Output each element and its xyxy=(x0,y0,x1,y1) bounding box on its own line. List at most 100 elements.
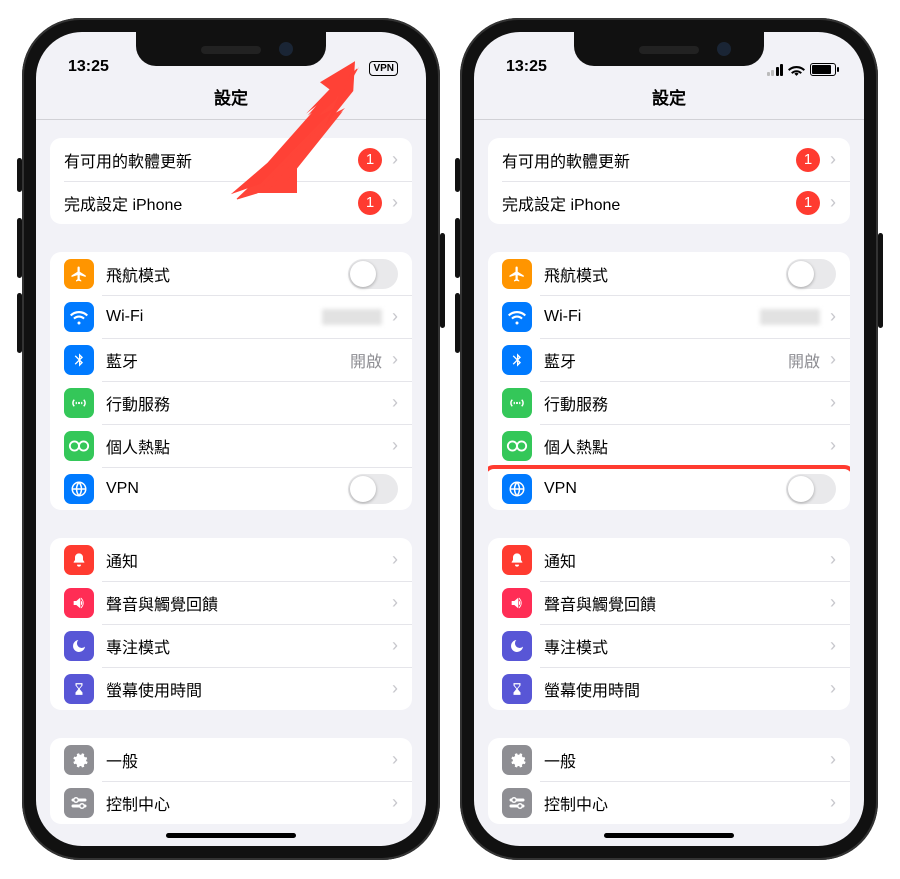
airplane-toggle[interactable] xyxy=(786,259,836,289)
badge: 1 xyxy=(358,148,382,172)
row-control-center[interactable]: 控制中心 › xyxy=(50,781,412,824)
hotspot-icon xyxy=(502,431,532,461)
label: 有可用的軟體更新 xyxy=(502,148,796,172)
row-sounds[interactable]: 聲音與觸覺回饋 › xyxy=(50,581,412,624)
row-screentime[interactable]: 螢幕使用時間 › xyxy=(50,667,412,710)
home-indicator[interactable] xyxy=(166,833,296,838)
row-notifications[interactable]: 通知 › xyxy=(50,538,412,581)
chevron-right-icon: › xyxy=(830,349,836,370)
label: 個人熱點 xyxy=(544,434,824,458)
row-wifi[interactable]: Wi-Fi › xyxy=(488,295,850,338)
chevron-right-icon: › xyxy=(392,549,398,570)
row-focus[interactable]: 專注模式 › xyxy=(50,624,412,667)
label: 專注模式 xyxy=(106,634,386,658)
row-finish-setup[interactable]: 完成設定 iPhone 1 › xyxy=(50,181,412,224)
row-bluetooth[interactable]: 藍牙 開啟 › xyxy=(488,338,850,381)
row-control-center[interactable]: 控制中心 › xyxy=(488,781,850,824)
phone-left: 13:25 VPN 設定 有可用的軟體更新 1 › 完成設定 iPhone 1 … xyxy=(22,18,440,860)
bluetooth-status: 開啟 xyxy=(788,348,820,372)
bluetooth-icon xyxy=(502,345,532,375)
label: 一般 xyxy=(106,748,386,772)
row-software-update[interactable]: 有可用的軟體更新 1 › xyxy=(50,138,412,181)
vpn-toggle[interactable] xyxy=(348,474,398,504)
vpn-toggle[interactable] xyxy=(786,474,836,504)
sliders-icon xyxy=(64,788,94,818)
moon-icon xyxy=(502,631,532,661)
gear-icon xyxy=(64,745,94,775)
chevron-right-icon: › xyxy=(392,306,398,327)
bluetooth-status: 開啟 xyxy=(350,348,382,372)
page-title: 設定 xyxy=(474,78,864,120)
hourglass-icon xyxy=(64,674,94,704)
row-airplane[interactable]: 飛航模式 xyxy=(488,252,850,295)
label: 有可用的軟體更新 xyxy=(64,148,358,172)
airplane-icon xyxy=(502,259,532,289)
screen: 13:25 設定 有可用的軟體更新 1 › 完成設定 iPhone xyxy=(474,32,864,846)
label: 行動服務 xyxy=(544,391,824,415)
label: 個人熱點 xyxy=(106,434,386,458)
speaker-icon xyxy=(502,588,532,618)
chevron-right-icon: › xyxy=(392,192,398,213)
chevron-right-icon: › xyxy=(392,678,398,699)
row-vpn[interactable]: VPN xyxy=(488,467,850,510)
label: 專注模式 xyxy=(544,634,824,658)
chevron-right-icon: › xyxy=(830,306,836,327)
label: 聲音與觸覺回饋 xyxy=(106,591,386,615)
label: 控制中心 xyxy=(544,791,824,815)
row-wifi[interactable]: Wi-Fi › xyxy=(50,295,412,338)
row-focus[interactable]: 專注模式 › xyxy=(488,624,850,667)
chevron-right-icon: › xyxy=(830,192,836,213)
label: Wi-Fi xyxy=(106,308,322,326)
label: 一般 xyxy=(544,748,824,772)
battery-icon xyxy=(810,63,836,76)
wifi-icon xyxy=(502,302,532,332)
row-cellular[interactable]: 行動服務 › xyxy=(50,381,412,424)
row-notifications[interactable]: 通知 › xyxy=(488,538,850,581)
wifi-status-icon xyxy=(788,63,805,76)
label: 藍牙 xyxy=(106,348,350,372)
label: 通知 xyxy=(544,548,824,572)
chevron-right-icon: › xyxy=(392,392,398,413)
row-finish-setup[interactable]: 完成設定 iPhone 1 › xyxy=(488,181,850,224)
chevron-right-icon: › xyxy=(830,635,836,656)
home-indicator[interactable] xyxy=(604,833,734,838)
row-software-update[interactable]: 有可用的軟體更新 1 › xyxy=(488,138,850,181)
bell-icon xyxy=(64,545,94,575)
row-general[interactable]: 一般 › xyxy=(488,738,850,781)
screen: 13:25 VPN 設定 有可用的軟體更新 1 › 完成設定 iPhone 1 … xyxy=(36,32,426,846)
chevron-right-icon: › xyxy=(830,392,836,413)
row-hotspot[interactable]: 個人熱點 › xyxy=(50,424,412,467)
bluetooth-icon xyxy=(64,345,94,375)
row-airplane[interactable]: 飛航模式 xyxy=(50,252,412,295)
row-cellular[interactable]: 行動服務 › xyxy=(488,381,850,424)
chevron-right-icon: › xyxy=(392,435,398,456)
label: 控制中心 xyxy=(106,791,386,815)
airplane-toggle[interactable] xyxy=(348,259,398,289)
row-general[interactable]: 一般 › xyxy=(50,738,412,781)
moon-icon xyxy=(64,631,94,661)
status-time: 13:25 xyxy=(506,58,547,76)
group-updates: 有可用的軟體更新 1 › 完成設定 iPhone 1 › xyxy=(488,138,850,224)
chevron-right-icon: › xyxy=(830,149,836,170)
group-network: 飛航模式 Wi-Fi › 藍牙 開啟 › xyxy=(488,252,850,510)
hotspot-icon xyxy=(64,431,94,461)
row-sounds[interactable]: 聲音與觸覺回饋 › xyxy=(488,581,850,624)
chevron-right-icon: › xyxy=(392,792,398,813)
chevron-right-icon: › xyxy=(392,749,398,770)
page-title: 設定 xyxy=(36,78,426,120)
row-hotspot[interactable]: 個人熱點 › xyxy=(488,424,850,467)
cellular-icon xyxy=(502,388,532,418)
bell-icon xyxy=(502,545,532,575)
chevron-right-icon: › xyxy=(830,435,836,456)
label: 螢幕使用時間 xyxy=(106,677,386,701)
chevron-right-icon: › xyxy=(392,349,398,370)
row-bluetooth[interactable]: 藍牙 開啟 › xyxy=(50,338,412,381)
vpn-indicator: VPN xyxy=(369,61,398,76)
chevron-right-icon: › xyxy=(830,678,836,699)
vpn-icon xyxy=(502,474,532,504)
phone-right: 13:25 設定 有可用的軟體更新 1 › 完成設定 iPhone xyxy=(460,18,878,860)
row-vpn[interactable]: VPN xyxy=(50,467,412,510)
chevron-right-icon: › xyxy=(830,592,836,613)
status-time: 13:25 xyxy=(68,58,109,76)
row-screentime[interactable]: 螢幕使用時間 › xyxy=(488,667,850,710)
